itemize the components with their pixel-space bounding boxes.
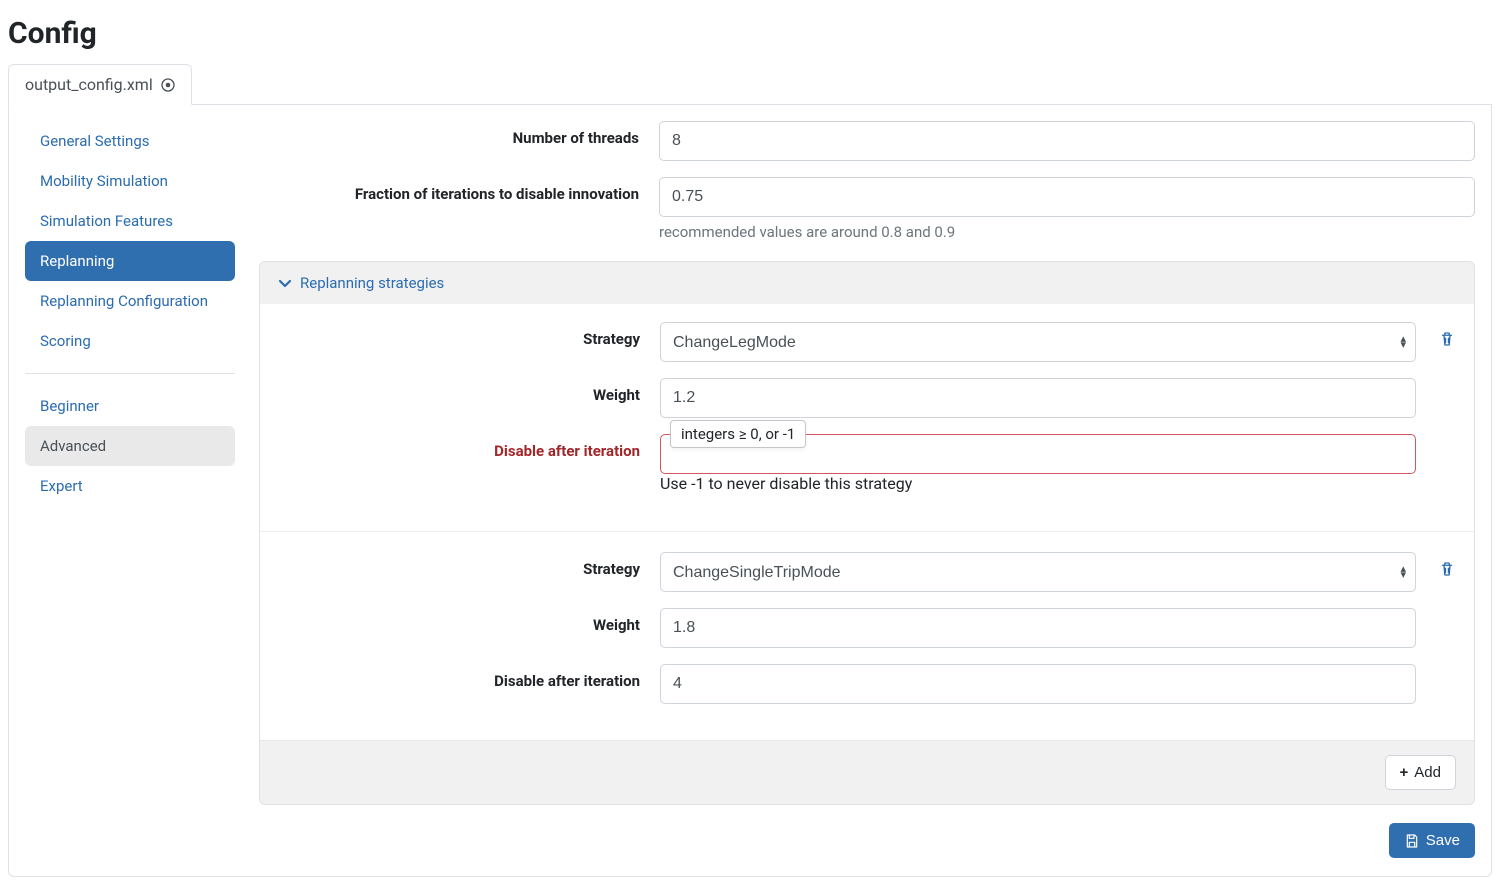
tab-output-config[interactable]: output_config.xml [8, 64, 192, 105]
strategies-panel: Replanning strategies Strategy ChangeLeg… [259, 261, 1475, 805]
threads-label: Number of threads [259, 121, 659, 147]
add-strategy-button[interactable]: + Add [1385, 755, 1456, 790]
delete-strategy-button[interactable] [1438, 330, 1456, 348]
sidebar-item-replanning-configuration[interactable]: Replanning Configuration [25, 281, 235, 321]
sidebar-primary-group: General Settings Mobility Simulation Sim… [25, 121, 235, 373]
strategies-panel-body: Strategy ChangeLegMode ▴▾ [260, 304, 1474, 740]
sidebar-item-simulation-features[interactable]: Simulation Features [25, 201, 235, 241]
disable-after-label: Disable after iteration [260, 434, 660, 460]
strategy-select[interactable]: ChangeSingleTripMode [660, 552, 1416, 592]
save-icon [1404, 833, 1420, 849]
disable-after-helper: Use -1 to never disable this strategy [660, 474, 1416, 493]
strategy-label: Strategy [260, 552, 660, 578]
disable-after-label: Disable after iteration [260, 664, 660, 690]
sidebar-item-expert[interactable]: Expert [25, 466, 235, 506]
plus-icon: + [1400, 764, 1409, 781]
fraction-label: Fraction of iterations to disable innova… [259, 177, 659, 203]
fraction-input[interactable] [659, 177, 1475, 217]
tab-bar: output_config.xml [8, 63, 1492, 105]
strategies-panel-title: Replanning strategies [300, 274, 444, 292]
sidebar-item-beginner[interactable]: Beginner [25, 386, 235, 426]
strategies-panel-footer: + Add [260, 740, 1474, 804]
save-button[interactable]: Save [1389, 823, 1475, 858]
record-icon [161, 78, 175, 92]
add-button-label: Add [1414, 764, 1441, 781]
sidebar-item-advanced[interactable]: Advanced [25, 426, 235, 466]
page-title: Config [8, 16, 1492, 51]
sidebar-item-mobility-simulation[interactable]: Mobility Simulation [25, 161, 235, 201]
strategy-label: Strategy [260, 322, 660, 348]
tab-label: output_config.xml [25, 75, 153, 94]
save-button-label: Save [1426, 832, 1460, 849]
sidebar-item-replanning[interactable]: Replanning [25, 241, 235, 281]
strategy-block: Strategy ChangeSingleTripMode ▴▾ [260, 531, 1474, 730]
delete-strategy-button[interactable] [1438, 560, 1456, 578]
sidebar-secondary-group: Beginner Advanced Expert [25, 373, 235, 518]
disable-after-input[interactable] [660, 664, 1416, 704]
chevron-down-icon [278, 276, 292, 290]
weight-input[interactable] [660, 378, 1416, 418]
sidebar-item-general-settings[interactable]: General Settings [25, 121, 235, 161]
page-footer: Save [259, 805, 1475, 860]
fraction-helper: recommended values are around 0.8 and 0.… [659, 223, 1475, 241]
strategies-panel-header[interactable]: Replanning strategies [260, 262, 1474, 304]
validation-tooltip: integers ≥ 0, or -1 [670, 420, 806, 448]
weight-label: Weight [260, 608, 660, 634]
sidebar-item-scoring[interactable]: Scoring [25, 321, 235, 361]
sidebar: General Settings Mobility Simulation Sim… [25, 121, 235, 860]
strategy-block: Strategy ChangeLegMode ▴▾ [260, 322, 1474, 519]
weight-input[interactable] [660, 608, 1416, 648]
threads-input[interactable] [659, 121, 1475, 161]
main-content: Number of threads Fraction of iterations… [259, 121, 1475, 860]
weight-label: Weight [260, 378, 660, 404]
strategy-select[interactable]: ChangeLegMode [660, 322, 1416, 362]
page-body: General Settings Mobility Simulation Sim… [8, 105, 1492, 877]
